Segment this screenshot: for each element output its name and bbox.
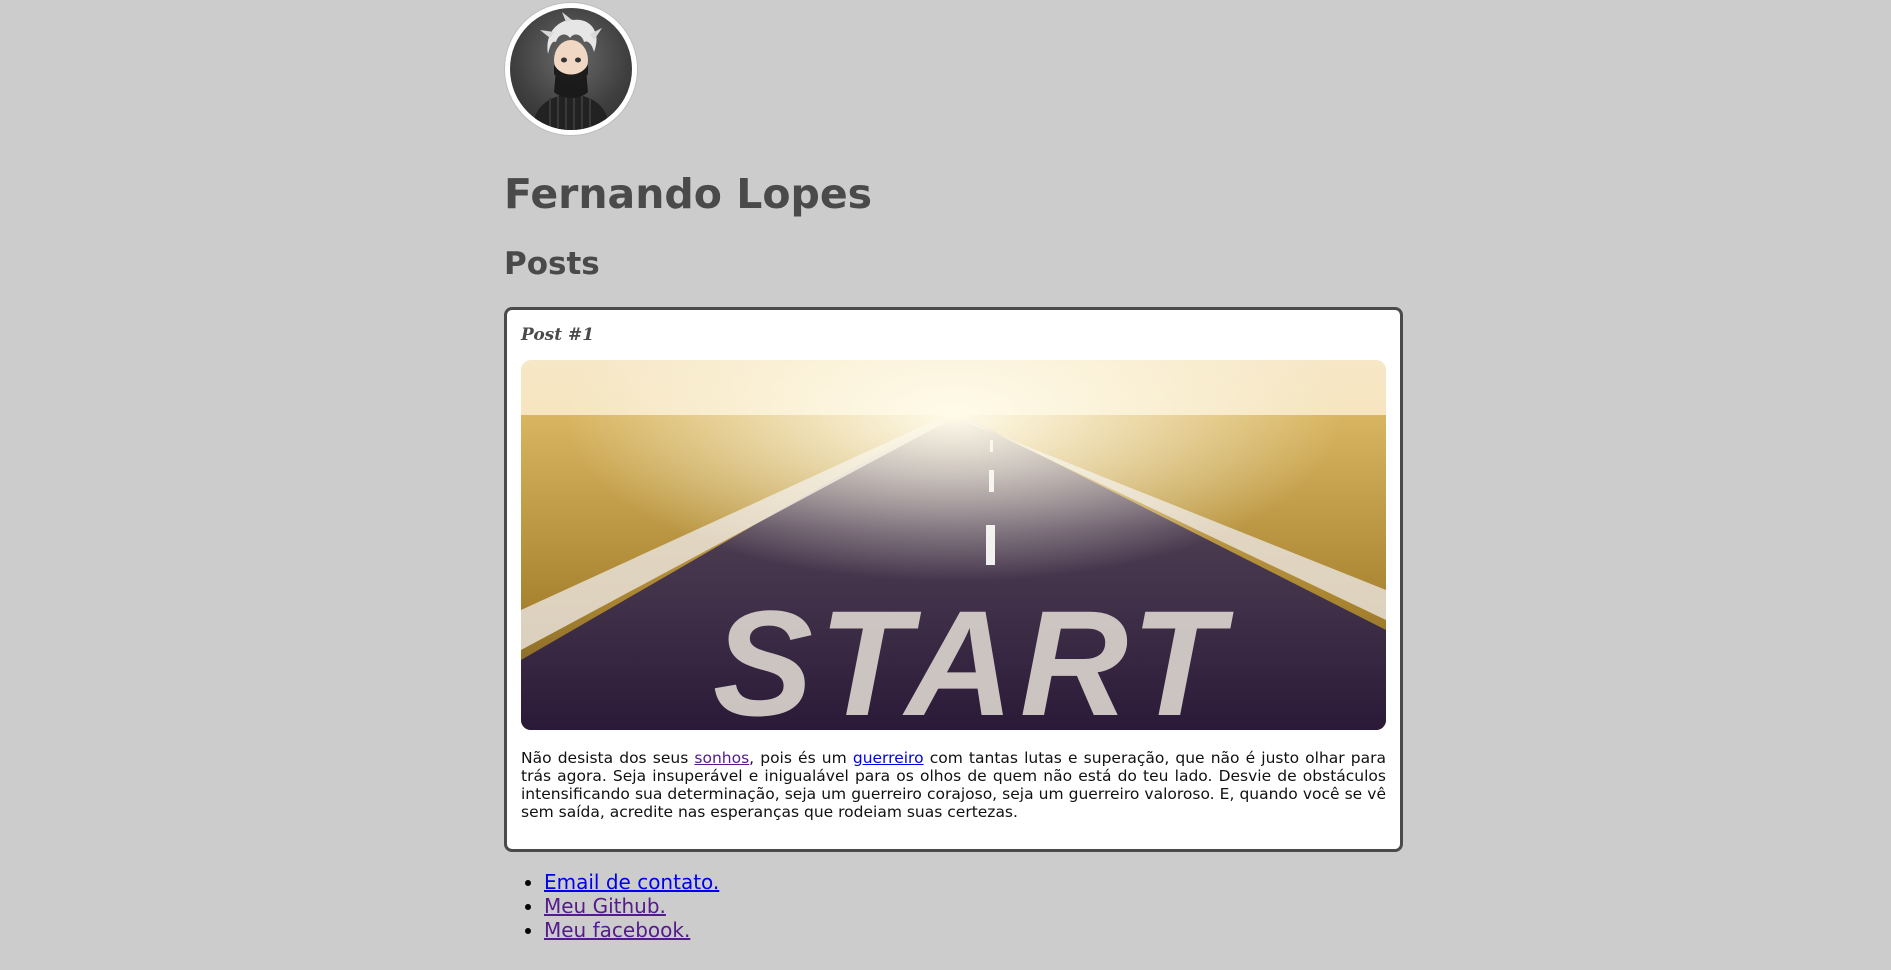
link-sonhos[interactable]: sonhos — [694, 749, 749, 767]
anime-avatar-icon — [510, 8, 632, 130]
list-item: Email de contato. — [544, 870, 719, 894]
posts-heading: Posts — [504, 246, 600, 282]
facebook-link[interactable]: Meu facebook. — [544, 918, 690, 942]
list-item: Meu Github. — [544, 894, 719, 918]
post-title: Post #1 — [521, 325, 595, 345]
post-text: Não desista dos seus sonhos, pois és um … — [521, 749, 1386, 821]
post-image: START — [521, 360, 1386, 730]
post-card: Post #1 START Não desista dos seus sonho… — [504, 307, 1403, 852]
post-text-part: Não desista dos seus — [521, 749, 695, 767]
link-guerreiro[interactable]: guerreiro — [853, 749, 924, 767]
page-title: Fernando Lopes — [504, 170, 873, 218]
github-link[interactable]: Meu Github. — [544, 894, 666, 918]
post-image-text: START — [713, 579, 1234, 730]
avatar — [504, 2, 638, 136]
list-item: Meu facebook. — [544, 918, 719, 942]
post-text-part: , pois és um — [749, 749, 853, 767]
links-list: Email de contato. Meu Github. Meu facebo… — [504, 870, 719, 942]
email-link[interactable]: Email de contato. — [544, 870, 719, 894]
